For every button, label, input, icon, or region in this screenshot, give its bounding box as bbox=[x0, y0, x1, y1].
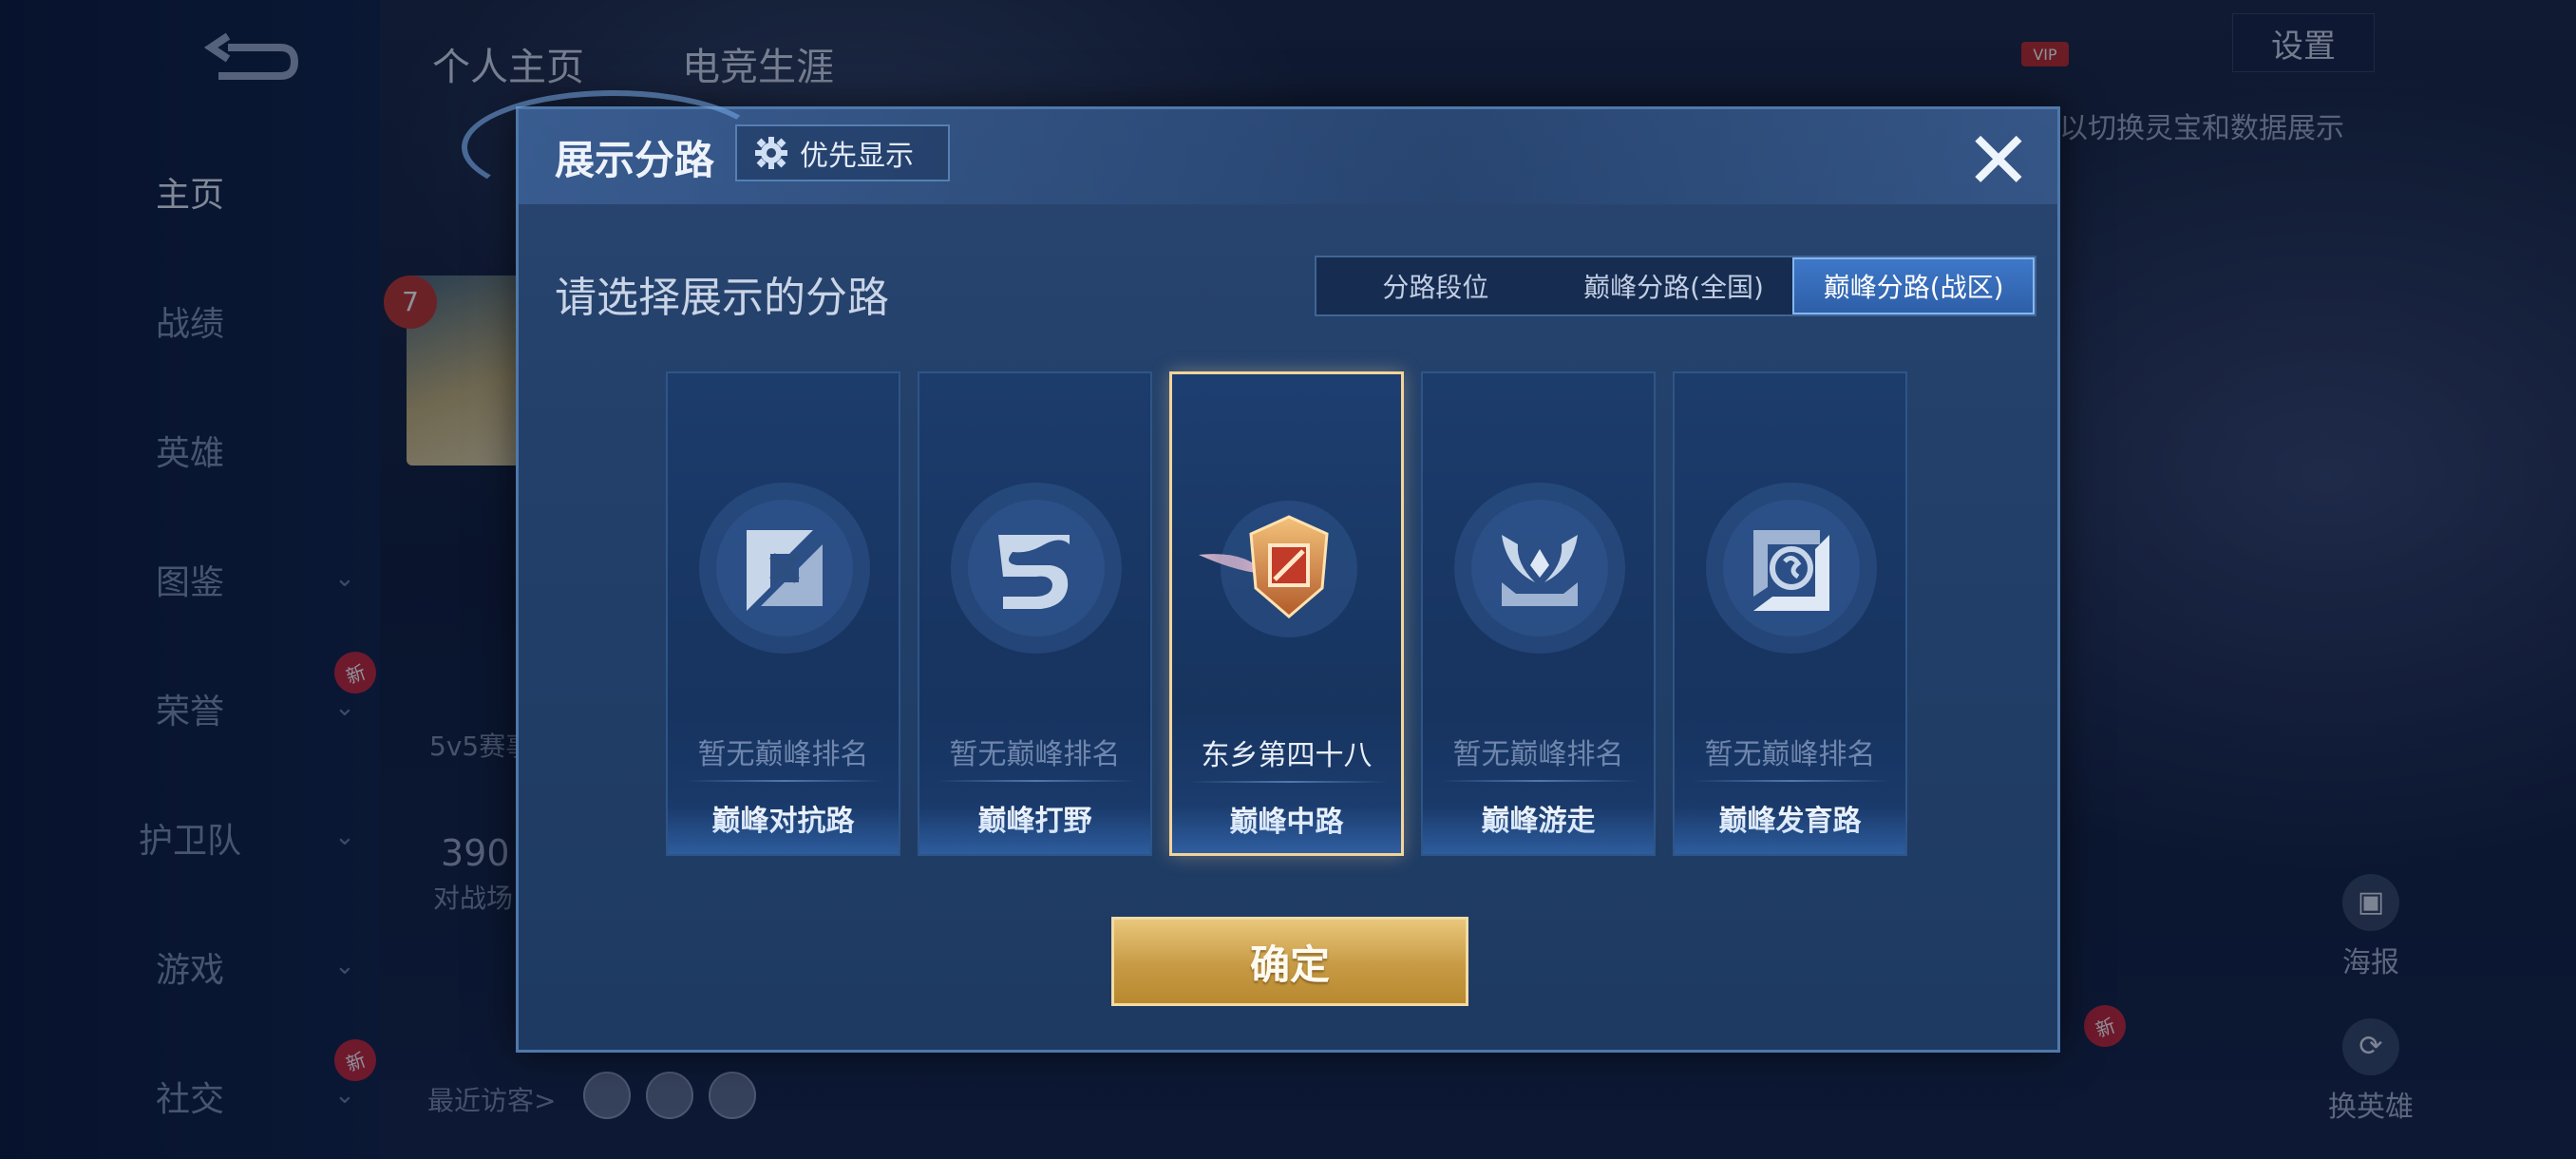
lane-card-farm[interactable]: 暂无巅峰排名 巅峰发育路 bbox=[1673, 371, 1907, 856]
mid-lane-crest-icon bbox=[1199, 501, 1357, 637]
lane-rank: 暂无巅峰排名 bbox=[1704, 738, 1876, 771]
lane-rank: 暂无巅峰排名 bbox=[949, 738, 1121, 771]
farm-lane-icon bbox=[1706, 483, 1877, 654]
screen: { "sidebar": { "items": [ {"label": "主页"… bbox=[0, 0, 2576, 1159]
lane-card-clash[interactable]: 暂无巅峰排名 巅峰对抗路 bbox=[666, 371, 900, 856]
divider bbox=[937, 780, 1136, 782]
jungle-dragon-icon bbox=[951, 483, 1122, 654]
roam-wings-icon bbox=[1454, 483, 1625, 654]
close-button[interactable]: ✕ bbox=[1960, 121, 2036, 200]
lane-card-mid[interactable]: 东乡第四十八 巅峰中路 bbox=[1169, 371, 1404, 856]
divider bbox=[1692, 780, 1891, 782]
lane-card-list: 暂无巅峰排名 巅峰对抗路 暂无巅峰排名 巅峰打野 bbox=[666, 371, 1920, 856]
divider bbox=[1189, 781, 1389, 783]
clash-lane-icon bbox=[699, 483, 870, 654]
priority-display-label: 优先显示 bbox=[800, 140, 914, 173]
lane-rank: 东乡第四十八 bbox=[1201, 739, 1373, 772]
dialog-title: 展示分路 bbox=[555, 137, 715, 183]
priority-display-button[interactable]: 优先显示 bbox=[735, 124, 950, 181]
lane-card-jungle[interactable]: 暂无巅峰排名 巅峰打野 bbox=[918, 371, 1152, 856]
selection-prompt: 请选择展示的分路 bbox=[555, 274, 889, 322]
lane-type-tabs: 分路段位 巅峰分路(全国) 巅峰分路(战区) bbox=[1315, 256, 2036, 316]
close-icon: ✕ bbox=[1964, 114, 2033, 207]
lane-card-roam[interactable]: 暂无巅峰排名 巅峰游走 bbox=[1421, 371, 1656, 856]
tab-lane-rank[interactable]: 分路段位 bbox=[1316, 257, 1555, 314]
lane-rank: 暂无巅峰排名 bbox=[697, 738, 869, 771]
tab-peak-lane-national[interactable]: 巅峰分路(全国) bbox=[1555, 257, 1793, 314]
confirm-button[interactable]: 确定 bbox=[1111, 917, 1468, 1006]
confirm-label: 确定 bbox=[1249, 940, 1330, 988]
display-lane-dialog: 展示分路 优先显示 ✕ 请选择展示的分路 分路段位 巅峰分路(全国) 巅峰分路(… bbox=[462, 90, 2060, 1053]
tab-peak-lane-region[interactable]: 巅峰分路(战区) bbox=[1792, 257, 2036, 314]
gear-icon bbox=[755, 137, 787, 169]
lane-rank: 暂无巅峰排名 bbox=[1452, 738, 1624, 771]
divider bbox=[685, 780, 884, 782]
divider bbox=[1440, 780, 1639, 782]
